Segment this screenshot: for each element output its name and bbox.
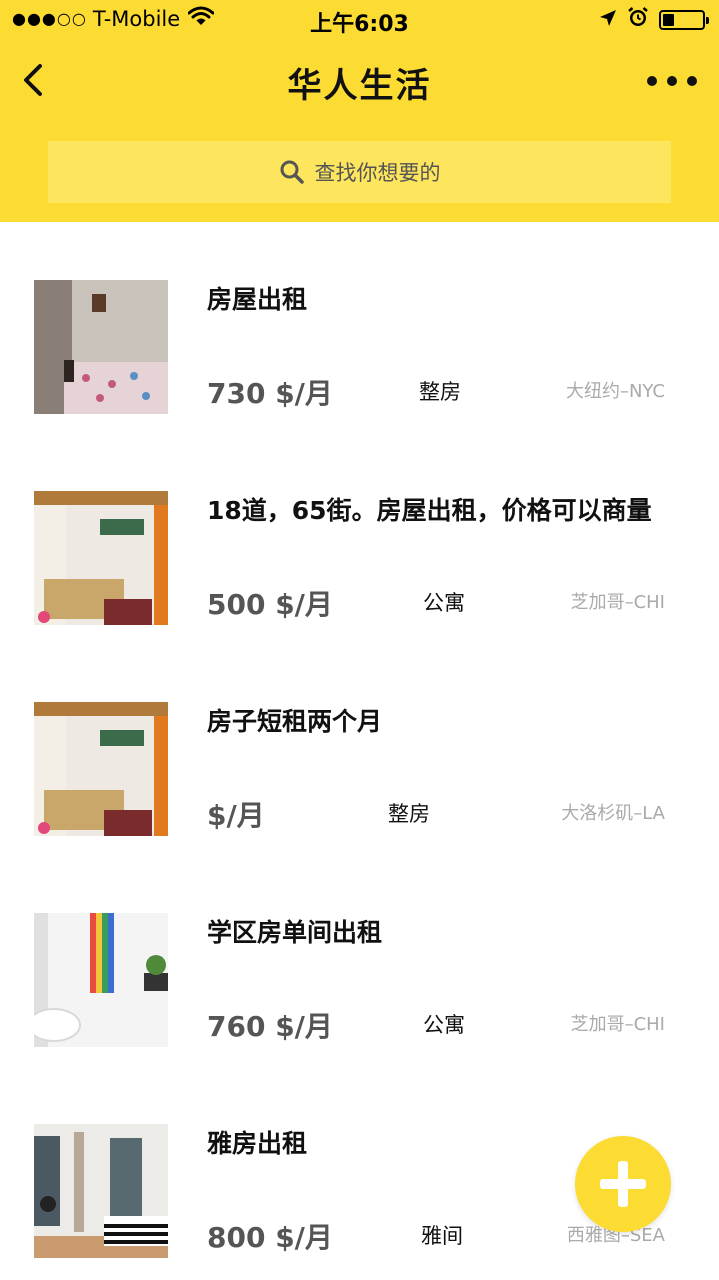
location-arrow-icon	[599, 8, 617, 32]
nav-bar: 华人生活	[0, 44, 719, 118]
list-item[interactable]: 学区房单间出租 760 $/月 公寓 芝加哥–CHI	[0, 855, 719, 1066]
search-input[interactable]: 查找你想要的	[48, 141, 671, 203]
header: ●●●○○ T-Mobile 上午6:03 华人生活 查找你想要的	[0, 0, 719, 222]
listing-thumbnail	[34, 702, 168, 836]
search-placeholder: 查找你想要的	[314, 161, 441, 185]
listing-city: 芝加哥–CHI	[570, 592, 665, 613]
list-item[interactable]: 房屋出租 730 $/月 整房 大纽约–NYC	[0, 222, 719, 433]
listing-room-type: 整房	[388, 802, 430, 826]
listing-title: 房子短租两个月	[207, 707, 383, 736]
listing-room-type: 整房	[419, 380, 461, 404]
page-title: 华人生活	[287, 66, 432, 106]
list-item[interactable]: 房子短租两个月 $/月 整房 大洛杉矶–LA	[0, 644, 719, 855]
listing-price: 730 $/月	[207, 377, 333, 410]
listing-room-type: 雅间	[421, 1224, 463, 1248]
listing-thumbnail	[34, 280, 168, 414]
listing-title: 18道，65街。房屋出租，价格可以商量	[207, 496, 652, 525]
listing-room-type: 公寓	[423, 591, 465, 615]
list-item[interactable]: 18道，65街。房屋出租，价格可以商量 500 $/月 公寓 芝加哥–CHI	[0, 433, 719, 644]
status-right	[599, 6, 709, 33]
listing-thumbnail	[34, 913, 168, 1047]
listing-thumbnail	[34, 491, 168, 625]
listing-price: 760 $/月	[207, 1010, 333, 1043]
more-dots-icon[interactable]	[647, 66, 697, 96]
status-bar: ●●●○○ T-Mobile 上午6:03	[0, 0, 719, 40]
listing-thumbnail	[34, 1124, 168, 1258]
listing-title: 学区房单间出租	[207, 918, 383, 947]
add-icon[interactable]	[575, 1136, 671, 1232]
battery-icon	[659, 9, 709, 30]
listing-title: 房屋出租	[207, 285, 308, 314]
listing-city: 芝加哥–CHI	[570, 1014, 665, 1035]
listing-price: $/月	[207, 799, 265, 832]
listing-city: 大洛杉矶–LA	[561, 803, 665, 824]
listing-room-type: 公寓	[423, 1013, 465, 1037]
search-icon	[280, 160, 304, 184]
listing-price: 800 $/月	[207, 1221, 333, 1254]
listing-price: 500 $/月	[207, 588, 333, 621]
listing-city: 大纽约–NYC	[565, 381, 665, 402]
alarm-icon	[627, 6, 649, 33]
